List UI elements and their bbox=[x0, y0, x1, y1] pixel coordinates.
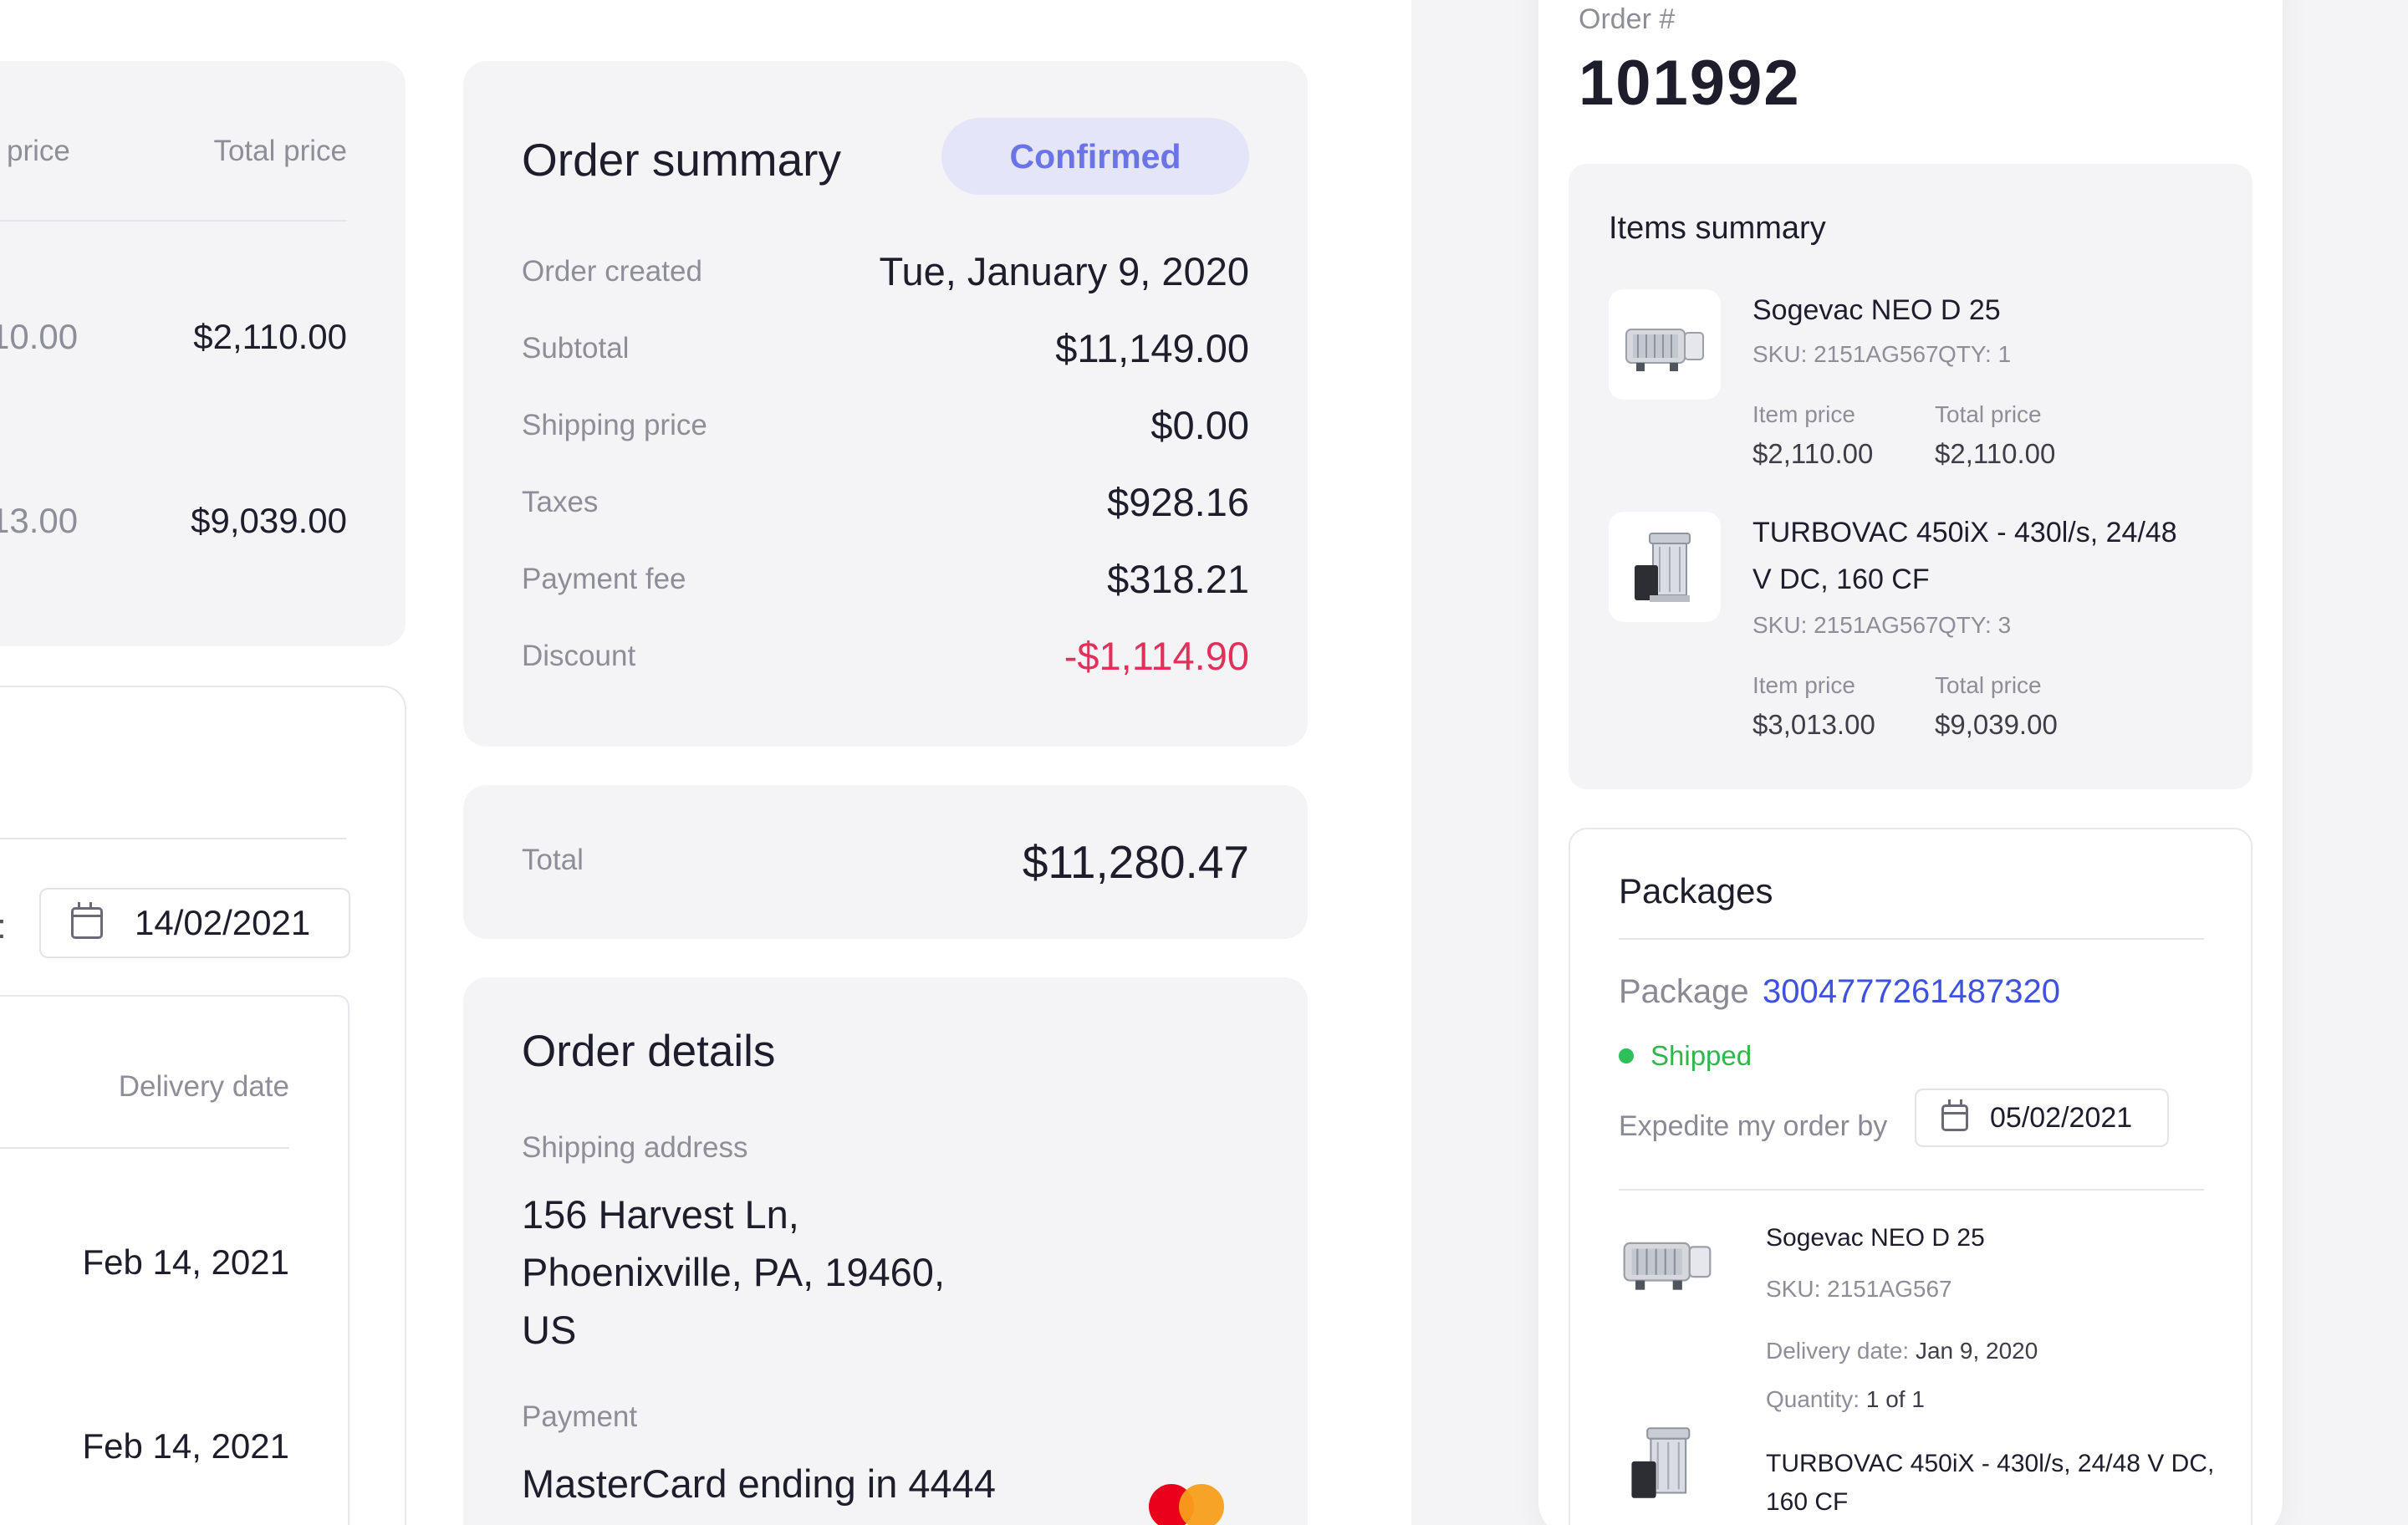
delivery-date-value: Jan 9, 2020 bbox=[1915, 1338, 2038, 1364]
item-1-item-price-label: Item price bbox=[1752, 401, 1855, 427]
delivery-row-2-date: Feb 14, 2021 bbox=[82, 1426, 289, 1466]
delivery-table: Delivery date Feb 14, 2021 Feb 14, 2021 bbox=[0, 995, 349, 1525]
item-1-total-price-label: Total price bbox=[1935, 401, 2042, 427]
calendar-icon bbox=[1941, 1099, 1968, 1131]
order-summary-title: Order summary bbox=[522, 134, 841, 186]
summary-label-order-created: Order created bbox=[522, 255, 702, 288]
delivery-card: : 14/02/2021 Delivery date Feb 14, 2021 … bbox=[0, 686, 406, 1525]
item-2-name-line-2: V DC, 160 CF bbox=[1752, 564, 1930, 595]
item-2-sku: SKU: 2151AG567 bbox=[1752, 612, 1939, 638]
pump-icon bbox=[1625, 329, 1704, 371]
summary-label-payment-fee: Payment fee bbox=[522, 563, 686, 595]
shipped-status-label: Shipped bbox=[1650, 1040, 1752, 1071]
summary-value-taxes: $928.16 bbox=[1107, 480, 1249, 524]
summary-label-subtotal: Subtotal bbox=[522, 332, 630, 365]
items-summary-title: Items summary bbox=[1609, 211, 1826, 246]
shipped-status-dot bbox=[1619, 1048, 1634, 1063]
row2-item-price: 13.00 bbox=[0, 501, 79, 540]
item-2-name-line-1: TURBOVAC 450iX - 430l/s, 24/48 bbox=[1752, 517, 2177, 548]
mobile-order-card: Order # 101992 Items summary Sogevac NEO… bbox=[1538, 0, 2283, 1525]
expedite-date-input[interactable]: 05/02/2021 bbox=[1915, 1089, 2169, 1147]
delivery-divider bbox=[0, 838, 346, 839]
package-item-1-sku: SKU: 2151AG567 bbox=[1766, 1276, 1952, 1302]
order-details-card: Order details Shipping address 156 Harve… bbox=[463, 977, 1308, 1525]
order-details-title: Order details bbox=[522, 1027, 776, 1076]
calendar-icon bbox=[71, 902, 103, 939]
quantity-value: 1 of 1 bbox=[1865, 1386, 1925, 1412]
package-item-1-quantity: Quantity: 1 of 1 bbox=[1766, 1386, 1925, 1413]
col-total-price-header: Total price bbox=[213, 135, 347, 167]
summary-value-payment-fee: $318.21 bbox=[1107, 557, 1249, 601]
item-2-thumbnail bbox=[1609, 512, 1721, 622]
item-2-qty: QTY: 3 bbox=[1938, 612, 2012, 638]
delivery-table-divider bbox=[0, 1147, 289, 1149]
summary-value-order-created: Tue, January 9, 2020 bbox=[879, 249, 1249, 293]
delivery-label-fragment: : bbox=[0, 906, 7, 946]
package-item-1-delivery: Delivery date: Jan 9, 2020 bbox=[1766, 1338, 2038, 1364]
address-line-1: 156 Harvest Ln, bbox=[522, 1192, 799, 1237]
address-line-2: Phoenixville, PA, 19460, bbox=[522, 1250, 946, 1294]
item-1-item-price: $2,110.00 bbox=[1752, 438, 1874, 469]
package-item-1-image bbox=[1619, 1222, 1719, 1306]
row1-item-price: 10.00 bbox=[0, 317, 79, 356]
summary-label-shipping: Shipping price bbox=[522, 409, 707, 441]
expedite-divider bbox=[1619, 1189, 2204, 1191]
turbo-pump-icon bbox=[1635, 533, 1691, 602]
package-id-link[interactable]: 3004777261487320 bbox=[1763, 973, 2060, 1011]
payment-label: Payment bbox=[522, 1400, 638, 1433]
col-delivery-date-header: Delivery date bbox=[118, 1070, 289, 1103]
summary-value-discount: -$1,114.90 bbox=[1064, 634, 1249, 678]
item-2-item-price: $3,013.00 bbox=[1752, 709, 1875, 740]
address-line-3: US bbox=[522, 1308, 577, 1352]
packages-title: Packages bbox=[1619, 871, 1773, 910]
packages-card: Packages Package 3004777261487320 Shippe… bbox=[1569, 828, 2252, 1525]
summary-label-taxes: Taxes bbox=[522, 486, 599, 518]
order-summary-card: Order summary Confirmed Order created Tu… bbox=[463, 61, 1308, 747]
pump-icon bbox=[1623, 1242, 1712, 1290]
items-summary-card: Items summary Sogevac NEO D 25 SKU: 2151… bbox=[1569, 164, 2252, 789]
col-item-price-header: price bbox=[7, 135, 70, 167]
packages-divider bbox=[1619, 938, 2204, 940]
item-1-sku: SKU: 2151AG567 bbox=[1752, 341, 1939, 367]
summary-label-discount: Discount bbox=[522, 640, 636, 672]
item-2-total-price-label: Total price bbox=[1935, 672, 2042, 698]
order-number-label: Order # bbox=[1579, 3, 1676, 35]
items-table-card: price Total price 10.00 $2,110.00 13.00 … bbox=[0, 61, 406, 646]
expedite-label: Expedite my order by bbox=[1619, 1110, 1888, 1142]
item-2-total-price: $9,039.00 bbox=[1935, 709, 2058, 740]
status-badge[interactable]: Confirmed bbox=[941, 118, 1249, 195]
row2-total-price: $9,039.00 bbox=[191, 501, 347, 540]
total-card: Total $11,280.47 bbox=[463, 785, 1308, 939]
table-header-divider bbox=[0, 220, 347, 222]
turbo-pump-icon bbox=[1631, 1427, 1691, 1498]
package-label: Package bbox=[1619, 973, 1749, 1010]
delivery-date-label: Delivery date: bbox=[1766, 1338, 1910, 1364]
total-label: Total bbox=[522, 844, 584, 876]
package-item-2-name-line-1: TURBOVAC 450iX - 430l/s, 24/48 V DC, bbox=[1766, 1450, 2215, 1477]
payment-value: MasterCard ending in 4444 bbox=[522, 1461, 996, 1506]
package-item-2-image bbox=[1625, 1423, 1709, 1507]
delivery-row-1-date: Feb 14, 2021 bbox=[82, 1242, 289, 1282]
mastercard-icon bbox=[1149, 1484, 1232, 1525]
order-number: 101992 bbox=[1579, 48, 1801, 119]
item-1-qty: QTY: 1 bbox=[1938, 341, 2012, 367]
summary-value-subtotal: $11,149.00 bbox=[1055, 326, 1249, 370]
status-badge-label: Confirmed bbox=[1009, 136, 1181, 176]
delivery-date-input[interactable]: 14/02/2021 bbox=[39, 888, 350, 958]
expedite-date-value: 05/02/2021 bbox=[1990, 1101, 2133, 1134]
shipping-address-label: Shipping address bbox=[522, 1131, 748, 1164]
delivery-date-value: 14/02/2021 bbox=[135, 903, 311, 942]
summary-value-shipping: $0.00 bbox=[1150, 403, 1249, 447]
item-1-thumbnail bbox=[1609, 289, 1721, 400]
item-2-item-price-label: Item price bbox=[1752, 672, 1855, 698]
quantity-label: Quantity: bbox=[1766, 1386, 1860, 1412]
package-item-2-name-line-2: 160 CF bbox=[1766, 1488, 1849, 1516]
total-value: $11,280.47 bbox=[1022, 836, 1249, 888]
row1-total-price: $2,110.00 bbox=[193, 317, 347, 356]
item-1-name: Sogevac NEO D 25 bbox=[1752, 294, 2001, 326]
item-1-total-price: $2,110.00 bbox=[1935, 438, 2056, 469]
package-item-1-name: Sogevac NEO D 25 bbox=[1766, 1224, 1985, 1252]
